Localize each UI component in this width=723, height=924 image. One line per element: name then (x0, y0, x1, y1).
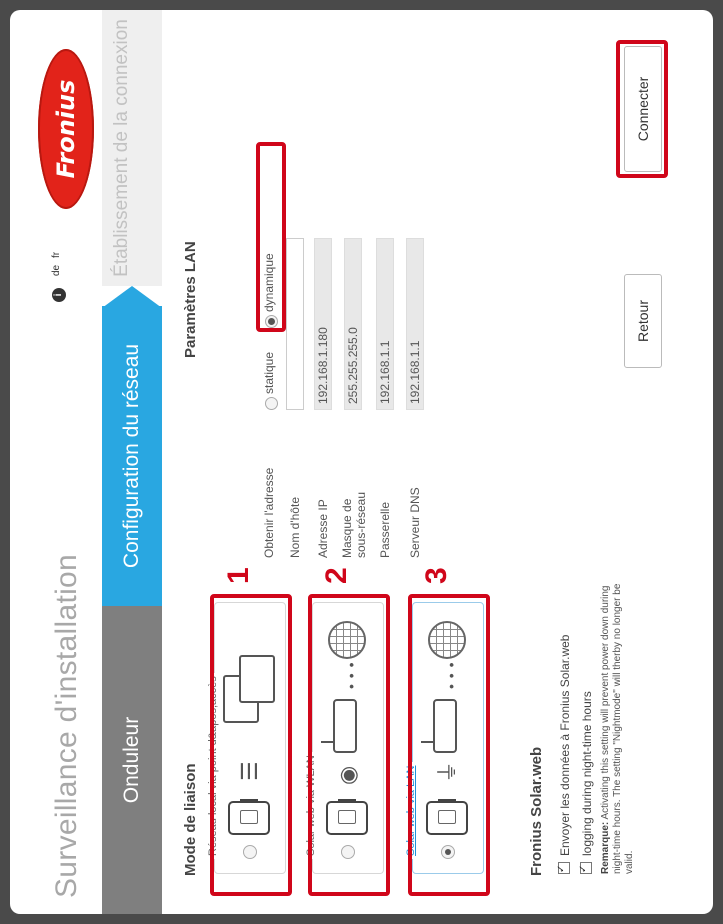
gateway-input[interactable]: 192.168.1.1 (376, 238, 394, 410)
solarweb-title: Fronius Solar.web (528, 746, 545, 876)
radio-static[interactable] (265, 397, 278, 410)
lang-fr[interactable]: fr (51, 252, 62, 258)
highlight-box-dynamic (256, 142, 286, 332)
tab-bar: Onduleur Configuration du réseau Établis… (102, 10, 162, 914)
tab-network-config[interactable]: Configuration du réseau (102, 306, 162, 606)
tab-connection[interactable]: Établissement de la connexion (102, 10, 162, 286)
fronius-logo: Fronius (38, 49, 94, 209)
highlight-box-connect (616, 40, 668, 178)
night-logging-row: logging during night-time hours (580, 691, 594, 874)
remark-label: Remarque: (600, 821, 611, 874)
main-panel: Surveillance d'installation i de fr Fron… (10, 10, 713, 914)
subnet-mask-input[interactable]: 255.255.255.0 (344, 238, 362, 410)
gateway-label: Passerelle (378, 501, 392, 558)
hostname-label: Nom d'hôte (288, 497, 302, 558)
logo-text: Fronius (52, 79, 80, 179)
info-icon[interactable]: i (52, 288, 66, 302)
hostname-input[interactable] (286, 238, 304, 410)
link-mode-title: Mode de liaison (182, 763, 199, 876)
page-title: Surveillance d'installation (50, 553, 83, 898)
send-data-label: Envoyer les données à Fronius Solar.web (558, 634, 572, 856)
remark-text: Remarque: Activating this setting will p… (600, 574, 636, 874)
radio-static-label: statique (262, 351, 276, 394)
rotated-content: Surveillance d'installation i de fr Fron… (0, 0, 723, 924)
dns-server-input[interactable]: 192.168.1.1 (406, 238, 424, 410)
back-button[interactable]: Retour (624, 274, 662, 368)
lan-params-title: Paramètres LAN (182, 241, 199, 358)
highlight-box-2 (308, 594, 390, 896)
night-logging-checkbox[interactable] (580, 862, 592, 874)
annotation-number-1: 1 (222, 567, 255, 584)
send-data-checkbox[interactable] (558, 862, 570, 874)
annotation-number-2: 2 (320, 567, 353, 584)
highlight-box-1 (210, 594, 292, 896)
dns-server-label: Serveur DNS (408, 487, 422, 558)
screen: Surveillance d'installation i de fr Fron… (0, 0, 723, 924)
ip-address-label: Adresse IP (316, 499, 330, 558)
ip-address-input[interactable]: 192.168.1.180 (314, 238, 332, 410)
subnet-mask-label: Masque de sous-réseau (340, 491, 368, 558)
night-logging-label: logging during night-time hours (580, 691, 594, 856)
tab-inverter[interactable]: Onduleur (102, 606, 162, 914)
lang-de[interactable]: de (51, 265, 62, 276)
highlight-box-3 (408, 594, 490, 896)
tab-arrow (102, 286, 162, 308)
send-data-row: Envoyer les données à Fronius Solar.web (558, 635, 572, 874)
obtain-address-label: Obtenir l'adresse (262, 467, 276, 558)
annotation-number-3: 3 (420, 567, 453, 584)
